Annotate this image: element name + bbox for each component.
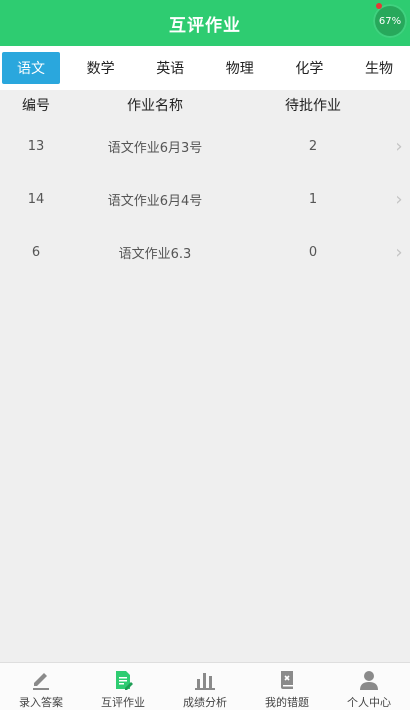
document-edit-icon <box>116 671 133 690</box>
column-header-name: 作业名称 <box>127 98 183 114</box>
subject-tabs: 语文 数学 英语 物理 化学 生物 <box>0 46 410 90</box>
tab-math[interactable]: 数学 <box>72 52 130 84</box>
nav-label: 我的错题 <box>265 696 309 709</box>
person-icon <box>360 671 378 690</box>
row-id: 14 <box>27 192 45 207</box>
column-header-pending: 待批作业 <box>285 98 341 114</box>
row-id: 6 <box>31 245 41 260</box>
homework-list: 13 语文作业6月3号 2 › 14 语文作业6月4号 1 › 6 语文作业6.… <box>0 120 410 279</box>
progress-badge[interactable]: 67% <box>373 4 407 38</box>
tab-chinese[interactable]: 语文 <box>2 52 60 84</box>
tab-physics[interactable]: 物理 <box>211 52 269 84</box>
nav-label: 成绩分析 <box>183 696 227 709</box>
nav-personal-center[interactable]: 个人中心 <box>328 663 410 710</box>
row-name: 语文作业6月4号 <box>107 194 203 209</box>
notification-dot <box>376 3 382 9</box>
chevron-right-icon: › <box>395 189 403 210</box>
chevron-right-icon: › <box>395 242 403 263</box>
tab-chemistry[interactable]: 化学 <box>280 52 338 84</box>
table-header: 编号 作业名称 待批作业 <box>0 90 410 120</box>
nav-wrong-questions[interactable]: 我的错题 <box>246 663 328 710</box>
nav-label: 互评作业 <box>101 696 145 709</box>
row-name: 语文作业6.3 <box>118 247 192 262</box>
nav-peer-review[interactable]: 互评作业 <box>82 663 164 710</box>
table-row[interactable]: 13 语文作业6月3号 2 › <box>0 120 410 173</box>
table-row[interactable]: 14 语文作业6月4号 1 › <box>0 173 410 226</box>
row-name: 语文作业6月3号 <box>107 141 203 156</box>
nav-score-analysis[interactable]: 成绩分析 <box>164 663 246 710</box>
tab-english[interactable]: 英语 <box>141 52 199 84</box>
bottom-nav: 录入答案 互评作业 成绩分析 我的错题 个人中心 <box>0 662 410 710</box>
wrong-book-icon <box>281 671 293 689</box>
bar-chart-icon <box>195 673 215 690</box>
column-header-id: 编号 <box>22 98 50 114</box>
app-header: 互评作业 67% <box>0 0 410 46</box>
nav-label: 录入答案 <box>19 696 63 709</box>
nav-enter-answers[interactable]: 录入答案 <box>0 663 82 710</box>
row-pending: 2 <box>308 139 318 154</box>
chevron-right-icon: › <box>395 136 403 157</box>
row-id: 13 <box>27 139 45 154</box>
table-row[interactable]: 6 语文作业6.3 0 › <box>0 226 410 279</box>
tab-biology[interactable]: 生物 <box>350 52 408 84</box>
pencil-icon <box>33 673 49 690</box>
page-title: 互评作业 <box>169 15 241 36</box>
row-pending: 1 <box>308 192 318 207</box>
nav-label: 个人中心 <box>347 696 391 709</box>
row-pending: 0 <box>308 245 318 260</box>
